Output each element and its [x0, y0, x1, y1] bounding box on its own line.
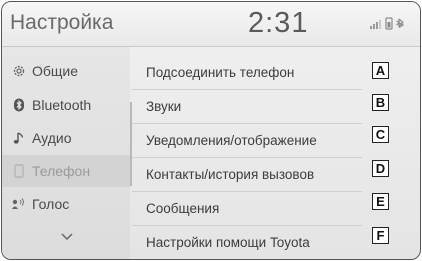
menu-item-contacts-history[interactable]: Контакты/история вызовов: [132, 157, 362, 192]
signal-icon: [370, 20, 381, 29]
head-unit-screen: Настройка 2:31 Общие Bluetooth Аудио Тел…: [1, 1, 421, 260]
menu-item-sounds[interactable]: Звуки: [132, 89, 362, 124]
sidebar-item-phone[interactable]: Телефон: [2, 155, 130, 187]
page-title: Настройка: [10, 11, 114, 34]
phone-icon: [11, 164, 27, 178]
menu-item-label: Контакты/история вызовов: [146, 166, 315, 182]
menu-item-label: Подсоединить телефон: [146, 64, 295, 80]
chevron-down-icon[interactable]: [60, 231, 74, 243]
gear-icon: [11, 64, 27, 78]
bluetooth-icon: [396, 18, 405, 29]
menu-item-messages[interactable]: Сообщения: [132, 191, 362, 226]
sidebar: Общие Bluetooth Аудио Телефон Голос: [2, 47, 130, 259]
callout-badge-f: F: [372, 227, 389, 244]
sidebar-item-label: Bluetooth: [32, 97, 92, 113]
header-bar: Настройка 2:31: [2, 2, 420, 47]
menu-item-notifications-display[interactable]: Уведомления/отображение: [132, 123, 362, 158]
callout-badge-e: E: [372, 193, 389, 210]
callout-badge-b: B: [372, 94, 389, 111]
bluetooth-icon: [11, 98, 27, 112]
status-icons: [369, 16, 405, 30]
menu-item-connect-phone[interactable]: Подсоединить телефон: [132, 55, 362, 90]
menu-item-label: Настройки помощи Toyota: [146, 234, 310, 250]
menu-item-label: Уведомления/отображение: [146, 132, 317, 148]
phone-battery-icon: [385, 17, 393, 30]
menu-item-label: Звуки: [146, 98, 182, 114]
clock: 2:31: [248, 7, 309, 39]
menu-item-label: Сообщения: [146, 200, 220, 216]
sidebar-item-voice[interactable]: Голос: [2, 188, 130, 220]
sidebar-item-label: Аудио: [32, 130, 72, 146]
sidebar-item-label: Общие: [32, 63, 79, 79]
sidebar-item-label: Телефон: [32, 163, 91, 179]
sidebar-item-general[interactable]: Общие: [2, 55, 130, 87]
sidebar-item-label: Голос: [32, 196, 70, 212]
voice-icon: [11, 197, 27, 211]
sidebar-item-audio[interactable]: Аудио: [2, 122, 130, 154]
music-note-icon: [11, 131, 27, 145]
sidebar-item-bluetooth[interactable]: Bluetooth: [2, 89, 130, 121]
callout-badge-a: A: [372, 62, 389, 79]
callout-badge-d: D: [372, 160, 389, 177]
callout-badge-c: C: [372, 126, 389, 143]
menu-item-toyota-assist-settings[interactable]: Настройки помощи Toyota: [132, 225, 362, 259]
